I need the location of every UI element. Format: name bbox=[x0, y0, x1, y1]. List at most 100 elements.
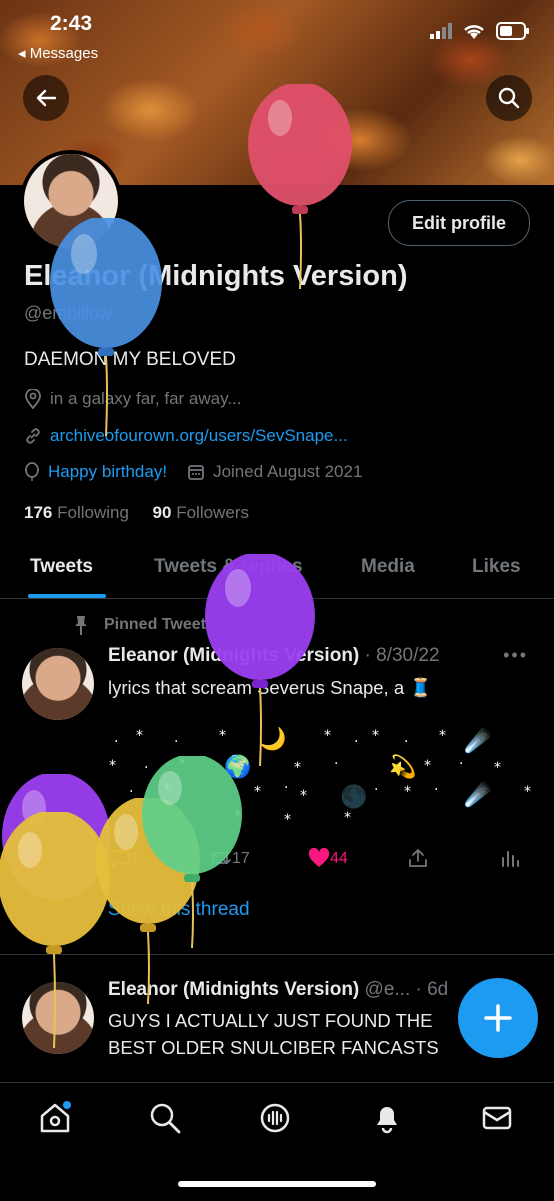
svg-text:*: * bbox=[344, 810, 351, 826]
spaces-icon[interactable] bbox=[258, 1101, 292, 1135]
svg-text:*: * bbox=[424, 758, 431, 774]
home-icon[interactable] bbox=[38, 1101, 72, 1135]
analytics-button[interactable] bbox=[500, 848, 520, 873]
back-app-label: Messages bbox=[29, 45, 99, 62]
tweet-avatar[interactable] bbox=[22, 982, 94, 1054]
svg-text:·: · bbox=[114, 734, 118, 750]
notifications-bell-icon[interactable] bbox=[370, 1101, 404, 1135]
profile-handle: @embillow bbox=[24, 303, 113, 323]
svg-text:🌑: 🌑 bbox=[340, 784, 367, 809]
website-link[interactable]: archiveofourown.org/users/SevSnape... bbox=[50, 426, 348, 446]
retweet-icon bbox=[209, 851, 231, 865]
plus-icon bbox=[484, 1004, 512, 1032]
pin-icon bbox=[75, 616, 87, 635]
back-button[interactable] bbox=[23, 75, 69, 121]
back-to-app-link[interactable]: ◂ Messages bbox=[18, 44, 98, 62]
svg-text:*: * bbox=[234, 808, 241, 824]
tab-tweets[interactable]: Tweets bbox=[30, 556, 93, 578]
edit-profile-button[interactable]: Edit profile bbox=[388, 200, 530, 246]
following-link[interactable]: 176 Following bbox=[24, 503, 129, 522]
starfield-emoji-image: · * · * * · * · * * · * * · * · * · * * · * · * · * * * * 🌙 🌍 … bbox=[109, 726, 531, 828]
status-bar: 2:43 ◂ Messages bbox=[0, 0, 554, 70]
svg-text:·: · bbox=[284, 780, 288, 796]
location-row: in a galaxy far, far away... bbox=[24, 389, 242, 409]
cellular-signal-icon bbox=[430, 23, 452, 39]
svg-text:*: * bbox=[494, 760, 501, 776]
birthday-link[interactable]: Happy birthday! bbox=[48, 462, 167, 482]
svg-text:·: · bbox=[404, 734, 408, 750]
battery-icon bbox=[496, 22, 529, 40]
profile-tabs: Tweets Tweets & replies Media Likes bbox=[0, 540, 554, 599]
tab-tweets-replies[interactable]: Tweets & replies bbox=[154, 556, 303, 578]
tweet-header: Eleanor (Midnights Version) · 8/30/22 bbox=[108, 645, 440, 667]
like-button[interactable]: 44 bbox=[308, 847, 348, 868]
svg-text:·: · bbox=[374, 782, 378, 798]
svg-text:*: * bbox=[324, 728, 331, 744]
tweet-text-line-2: BEST OLDER SNULCIBER FANCASTS bbox=[108, 1037, 439, 1058]
compose-tweet-button[interactable] bbox=[458, 978, 538, 1058]
svg-text:·: · bbox=[174, 734, 178, 750]
tweet-header: Eleanor (Midnights Version) @e... · 6d bbox=[108, 979, 448, 1001]
tweet-meta: @e... · 6d bbox=[364, 979, 449, 1000]
tweet-divider bbox=[0, 954, 554, 955]
show-thread-link[interactable]: Show this thread bbox=[108, 899, 250, 921]
svg-text:*: * bbox=[136, 728, 143, 744]
dates-row: Happy birthday! Joined August 2021 bbox=[24, 462, 362, 482]
pinned-tweet-label: Pinned Tweet bbox=[72, 614, 206, 636]
like-count: 44 bbox=[330, 850, 348, 867]
svg-text:☄️: ☄️ bbox=[464, 780, 492, 809]
location-text: in a galaxy far, far away... bbox=[50, 389, 242, 408]
svg-text:*: * bbox=[164, 782, 171, 798]
explore-search-icon[interactable] bbox=[148, 1101, 182, 1135]
heart-filled-icon bbox=[308, 847, 330, 867]
retweet-button[interactable]: 17 bbox=[208, 848, 250, 868]
tweet-author-name[interactable]: Eleanor (Midnights Version) bbox=[108, 645, 359, 666]
svg-text:*: * bbox=[254, 784, 261, 800]
tweet-more-icon[interactable]: ••• bbox=[503, 645, 528, 666]
joined-date: Joined August 2021 bbox=[213, 462, 363, 481]
status-time: 2:43 bbox=[50, 12, 93, 35]
svg-text:*: * bbox=[179, 756, 186, 772]
svg-text:·: · bbox=[354, 734, 358, 750]
share-icon bbox=[409, 848, 427, 867]
svg-text:🌙: 🌙 bbox=[259, 726, 286, 752]
reply-count: 1 bbox=[130, 850, 139, 867]
reply-icon bbox=[108, 850, 130, 869]
svg-text:·: · bbox=[129, 784, 133, 800]
svg-text:*: * bbox=[294, 760, 301, 776]
reply-button[interactable]: 1 bbox=[108, 848, 139, 869]
profile-avatar[interactable] bbox=[20, 150, 122, 252]
svg-text:·: · bbox=[434, 782, 438, 798]
search-button[interactable] bbox=[486, 75, 532, 121]
profile-name: Eleanor (Midnights Version) bbox=[24, 260, 408, 292]
search-icon bbox=[498, 87, 520, 109]
svg-text:*: * bbox=[109, 758, 116, 774]
retweet-count: 17 bbox=[232, 850, 250, 867]
svg-text:·: · bbox=[144, 760, 148, 776]
svg-text:☄️: ☄️ bbox=[464, 726, 492, 755]
profile-bio: DAEMON MY BELOVED bbox=[24, 349, 236, 370]
balloon-icon bbox=[25, 462, 39, 481]
svg-text:*: * bbox=[372, 728, 379, 744]
svg-text:·: · bbox=[334, 756, 338, 772]
website-row: archiveofourown.org/users/SevSnape... bbox=[24, 426, 348, 446]
svg-text:*: * bbox=[300, 788, 307, 804]
svg-text:·: · bbox=[459, 756, 463, 772]
svg-text:*: * bbox=[284, 812, 291, 828]
tweet-text-line-1: GUYS I ACTUALLY JUST FOUND THE bbox=[108, 1010, 433, 1031]
active-tab-indicator bbox=[28, 594, 106, 598]
tweet-text: lyrics that scream Severus Snape, a 🧵 bbox=[108, 677, 433, 698]
tab-likes[interactable]: Likes bbox=[472, 556, 521, 578]
svg-text:*: * bbox=[439, 728, 446, 744]
tweet-avatar[interactable] bbox=[22, 648, 94, 720]
tab-media[interactable]: Media bbox=[361, 556, 415, 578]
svg-text:*: * bbox=[219, 728, 226, 744]
arrow-left-icon bbox=[36, 89, 57, 107]
messages-envelope-icon[interactable] bbox=[480, 1101, 514, 1135]
followers-link[interactable]: 90 Followers bbox=[153, 503, 249, 522]
share-button[interactable] bbox=[408, 848, 428, 873]
link-icon bbox=[26, 428, 40, 444]
svg-text:💫: 💫 bbox=[389, 754, 416, 781]
location-pin-icon bbox=[25, 389, 41, 409]
tweet-author-name[interactable]: Eleanor (Midnights Version) bbox=[108, 979, 359, 1000]
